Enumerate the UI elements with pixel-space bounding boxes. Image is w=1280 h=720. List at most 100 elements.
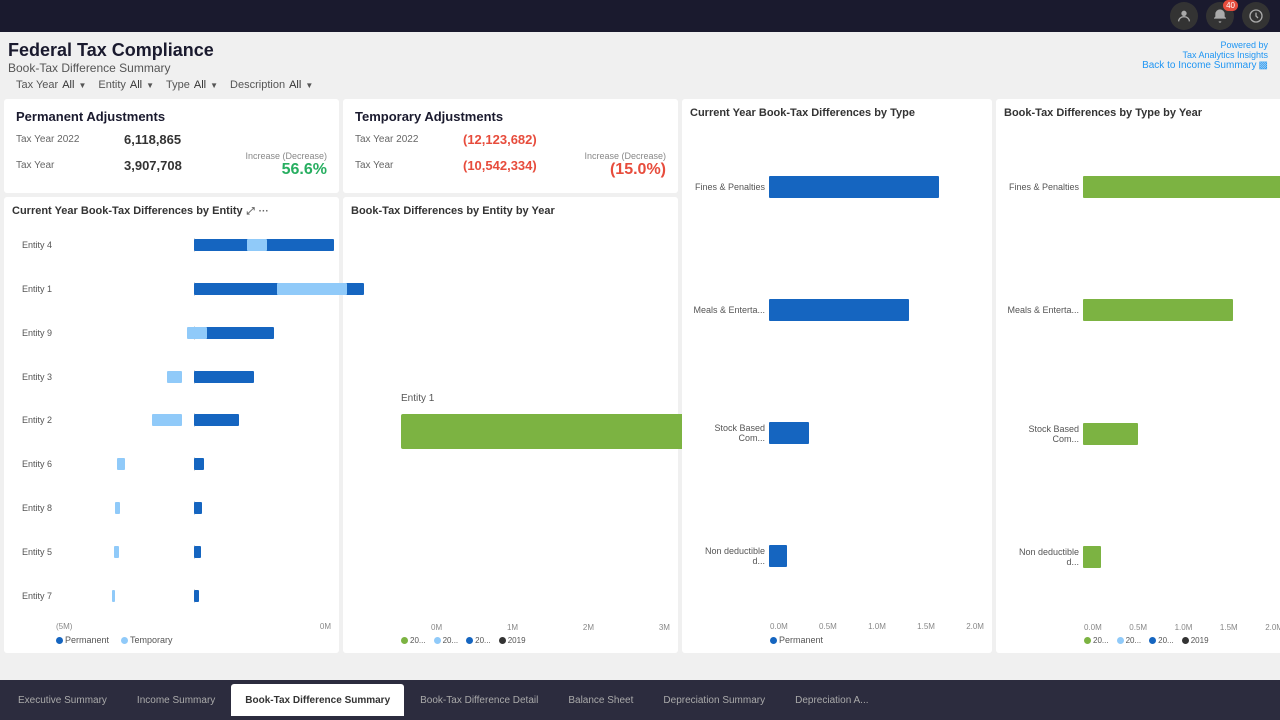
type-row: Meals & Enterta... [690, 299, 984, 321]
year-type-bar [1083, 423, 1138, 445]
perm-row2-label: Tax Year [16, 160, 116, 171]
tab-executive-summary[interactable]: Executive Summary [4, 684, 121, 716]
year-chart: Entity 1 0M 1M 2M 3M 20... 20... [351, 223, 670, 645]
tab-depreciation-summary[interactable]: Depreciation Summary [649, 684, 779, 716]
back-to-income-link[interactable]: Back to Income Summary ▩ [1142, 60, 1268, 71]
page-title: Federal Tax Compliance [8, 40, 214, 61]
type-legend: Permanent [690, 635, 984, 645]
type-chart-title: Current Year Book-Tax Differences by Typ… [690, 107, 984, 119]
type-bar [769, 176, 939, 198]
tab-income-summary[interactable]: Income Summary [123, 684, 229, 716]
temp-row1-value: (12,123,682) [463, 132, 537, 147]
year-type-chart-title: Book-Tax Differences by Type by Year [1004, 107, 1280, 119]
temporary-bar [247, 239, 267, 251]
year-type-bar [1083, 299, 1233, 321]
year-type-legend: 20... 20... 20... 2019 [1004, 636, 1280, 645]
clock-icon[interactable] [1242, 2, 1270, 30]
type-bar [769, 545, 787, 567]
notification-badge: 40 [1223, 0, 1238, 11]
temporary-bar [152, 414, 182, 426]
temporary-bar [277, 283, 347, 295]
year-type-axis: 0.0M 0.5M 1.0M 1.5M 2.0M [1004, 623, 1280, 632]
entity-chart-title: Current Year Book-Tax Differences by Ent… [12, 205, 331, 217]
temporary-bar [114, 546, 119, 558]
entity-axis: (5M) 0M [12, 622, 331, 631]
header-section: Federal Tax Compliance Book-Tax Differen… [0, 32, 1280, 99]
type-row: Non deductible d... [690, 545, 984, 567]
tax-year-filter[interactable]: Tax Year All ▼ [16, 79, 86, 91]
permanent-bar [194, 371, 254, 383]
page-subtitle: Book-Tax Difference Summary [8, 61, 214, 75]
type-filter[interactable]: Type All ▼ [166, 79, 218, 91]
year-type-row: Non deductible d... [1004, 546, 1280, 568]
perm-row2-value: 3,907,708 [124, 158, 182, 173]
temp-row2-label: Tax Year [355, 160, 455, 171]
temp-adj-title: Temporary Adjustments [355, 109, 666, 124]
permanent-bar [194, 590, 199, 602]
permanent-adj-title: Permanent Adjustments [16, 109, 327, 124]
temporary-bar [187, 327, 207, 339]
expand-icon[interactable]: ⤢ [247, 206, 255, 217]
year-type-row: Fines & Penalties [1004, 176, 1280, 198]
temporary-adjustments-card: Temporary Adjustments Tax Year 2022 (12,… [343, 99, 678, 193]
year-type-bar [1083, 176, 1280, 198]
year-type-chart-card: Book-Tax Differences by Type by Year Fin… [996, 99, 1280, 653]
entity-row: Entity 4 [12, 234, 331, 256]
tab-balance-sheet[interactable]: Balance Sheet [554, 684, 647, 716]
tab-depreciation-a[interactable]: Depreciation A... [781, 684, 882, 716]
temp-increase-value: (15.0%) [610, 161, 666, 179]
type-rows: Fines & Penalties Meals & Enterta... Stock… [690, 125, 984, 618]
entity-row: Entity 1 [12, 278, 331, 300]
year-type-bar [1083, 546, 1101, 568]
temporary-legend-dot [121, 637, 128, 644]
temp-row1-label: Tax Year 2022 [355, 134, 455, 145]
permanent-legend-dot [56, 637, 63, 644]
permanent-bar [194, 458, 204, 470]
temporary-bar [115, 502, 120, 514]
entity-chart-card: Current Year Book-Tax Differences by Ent… [4, 197, 339, 653]
main-content: Federal Tax Compliance Book-Tax Differen… [0, 32, 1280, 680]
year-entity-chart-title: Book-Tax Differences by Entity by Year [351, 205, 670, 217]
type-row: Stock Based Com... [690, 422, 984, 444]
tab-book-tax-difference-summary[interactable]: Book-Tax Difference Summary [231, 684, 404, 716]
perm-increase-value: 56.6% [282, 161, 327, 179]
top-bar: 40 [0, 0, 1280, 32]
perm-row1-value: 6,118,865 [124, 132, 181, 147]
type-chart-card: Current Year Book-Tax Differences by Typ… [682, 99, 992, 653]
permanent-bar [194, 414, 239, 426]
bottom-tabs: Executive SummaryIncome SummaryBook-Tax … [0, 680, 1280, 720]
permanent-bar [194, 502, 202, 514]
year-entity-label: Entity 1 [401, 393, 670, 404]
entity-filter[interactable]: Entity All ▼ [98, 79, 154, 91]
tab-book-tax-difference-detail[interactable]: Book-Tax Difference Detail [406, 684, 552, 716]
temporary-bar [112, 590, 115, 602]
temporary-bar [117, 458, 125, 470]
entity-row: Entity 5 [12, 541, 331, 563]
permanent-bar [194, 546, 201, 558]
entity-row: Entity 3 [12, 366, 331, 388]
entity-legend: Permanent Temporary [12, 635, 331, 645]
entity-row: Entity 7 [12, 585, 331, 607]
more-icon[interactable]: ··· [259, 206, 269, 217]
entity-row: Entity 6 [12, 453, 331, 475]
temp-row2-value: (10,542,334) [463, 158, 537, 173]
year-type-row: Meals & Enterta... [1004, 299, 1280, 321]
year-entity-legend: 20... 20... 20... 2019 [351, 636, 670, 645]
type-bar [769, 422, 809, 444]
entity-rows: Entity 4Entity 1Entity 9Entity 3Entity 2… [12, 223, 331, 618]
filter-bar: Tax Year All ▼ Entity All ▼ Type All ▼ D… [8, 75, 1268, 95]
user-icon[interactable] [1170, 2, 1198, 30]
entity-row: Entity 9 [12, 322, 331, 344]
year-type-row: Stock Based Com... [1004, 423, 1280, 445]
type-axis: 0.0M 0.5M 1.0M 1.5M 2.0M [690, 622, 984, 631]
year-type-rows: Fines & Penalties Meals & Enterta... Stock… [1004, 125, 1280, 619]
year-entity-chart-card: Book-Tax Differences by Entity by Year E… [343, 197, 678, 653]
perm-row1-label: Tax Year 2022 [16, 134, 116, 145]
type-row: Fines & Penalties [690, 176, 984, 198]
year-bar-green [401, 414, 691, 449]
year-entity-axis: 0M 1M 2M 3M [351, 623, 670, 632]
type-bar [769, 299, 909, 321]
permanent-adjustments-card: Permanent Adjustments Tax Year 2022 6,11… [4, 99, 339, 193]
temporary-bar [167, 371, 182, 383]
description-filter[interactable]: Description All ▼ [230, 79, 313, 91]
